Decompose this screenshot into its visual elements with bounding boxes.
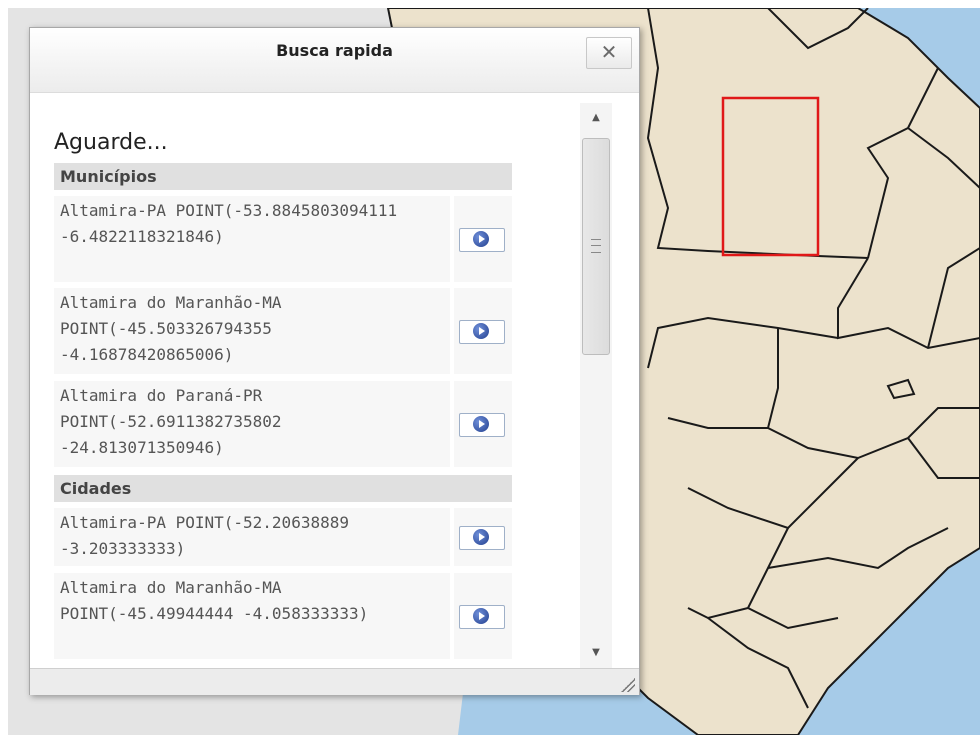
close-icon: ✕ [600, 40, 618, 64]
arrow-glyph [479, 612, 485, 620]
grip-icon [591, 239, 601, 253]
scroll-down-arrow-icon[interactable]: ▼ [580, 638, 612, 668]
go-button[interactable] [459, 413, 505, 437]
arrow-glyph [479, 420, 485, 428]
dialog-titlebar[interactable]: Busca rapida ✕ [30, 28, 639, 93]
go-button[interactable] [459, 228, 505, 252]
scroll-up-arrow-icon[interactable]: ▲ [580, 103, 612, 133]
go-button[interactable] [459, 526, 505, 550]
go-cell [454, 381, 512, 467]
go-cell [454, 196, 512, 282]
list-item[interactable]: Altamira do Maranhão-MA POINT(-45.503326… [54, 288, 512, 374]
section-header-cidades: Cidades [54, 475, 512, 502]
scroll-thumb[interactable] [582, 138, 610, 355]
arrow-glyph [479, 235, 485, 243]
result-text: Altamira do Paraná-PR POINT(-52.69113827… [54, 381, 450, 467]
loading-status: Aguarde... [54, 130, 168, 155]
resize-grip-icon[interactable] [621, 678, 635, 692]
go-button[interactable] [459, 320, 505, 344]
result-text: Altamira do Maranhão-MA POINT(-45.499444… [54, 573, 450, 659]
result-text: Altamira-PA POINT(-53.8845803094111 -6.4… [54, 196, 450, 282]
close-button[interactable]: ✕ [586, 37, 632, 69]
quick-search-dialog: Busca rapida ✕ Aguarde... Municípios Alt… [29, 27, 640, 695]
list-item[interactable]: Altamira-PA POINT(-52.20638889 -3.203333… [54, 508, 512, 566]
go-button[interactable] [459, 605, 505, 629]
section-header-municipios: Municípios [54, 163, 512, 190]
list-item[interactable]: Altamira do Maranhão-MA POINT(-45.499444… [54, 573, 512, 659]
dialog-title: Busca rapida [276, 41, 393, 60]
result-text: Altamira do Maranhão-MA POINT(-45.503326… [54, 288, 450, 374]
go-cell [454, 288, 512, 374]
results-panel: Aguarde... Municípios Altamira-PA POINT(… [30, 93, 639, 668]
result-text: Altamira-PA POINT(-52.20638889 -3.203333… [54, 508, 450, 566]
go-cell [454, 573, 512, 659]
arrow-glyph [479, 327, 485, 335]
arrow-glyph [479, 533, 485, 541]
list-item[interactable]: Altamira-PA POINT(-53.8845803094111 -6.4… [54, 196, 512, 282]
dialog-footer [30, 668, 639, 695]
list-item[interactable]: Altamira do Paraná-PR POINT(-52.69113827… [54, 381, 512, 467]
vertical-scrollbar[interactable]: ▲ ▼ [580, 103, 612, 668]
go-cell [454, 508, 512, 566]
